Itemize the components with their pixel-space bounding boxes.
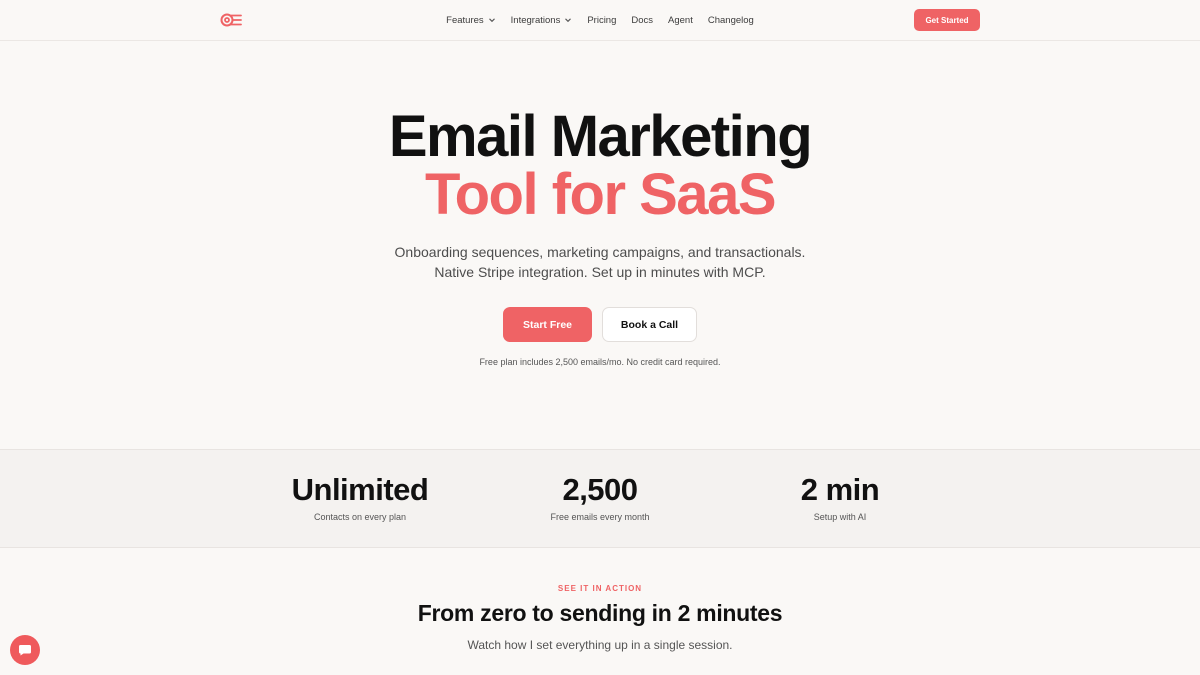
start-free-button[interactable]: Start Free [503,307,592,342]
section-subtitle: Watch how I set everything up in a singl… [467,638,733,652]
nav-docs[interactable]: Docs [631,15,653,26]
hero-buttons: Start Free Book a Call [0,307,1200,342]
nav-integrations[interactable]: Integrations [511,15,573,26]
get-started-button[interactable]: Get Started [914,9,980,31]
nav-pricing-label: Pricing [587,14,617,26]
hero-subtitle-line1: Onboarding sequences, marketing campaign… [394,244,806,260]
stat-label: Free emails every month [550,512,650,522]
stat-value: 2,500 [562,472,638,507]
nav-integrations-label: Integrations [510,14,561,26]
hero-title-line1: Email Marketing [388,104,813,169]
site-header: Features Integrations Pricing Docs Agent… [0,0,1200,41]
chat-launcher-button[interactable] [10,635,40,665]
stat-value: 2 min [800,472,880,507]
nav-features[interactable]: Features [446,15,496,26]
stat-emails: 2,500 Free emails every month [480,472,720,522]
chevron-down-icon [565,18,572,23]
free-plan-note: Free plan includes 2,500 emails/mo. No c… [479,357,721,367]
nav-pricing[interactable]: Pricing [587,15,616,26]
hero-subtitle: Onboarding sequences, marketing campaign… [0,242,1200,282]
stat-label: Setup with AI [813,512,867,522]
chevron-down-icon [488,18,495,23]
nav-changelog[interactable]: Changelog [708,15,754,26]
nav-docs-label: Docs [631,14,654,26]
chat-icon [19,645,31,656]
stat-setup: 2 min Setup with AI [720,472,960,522]
hero-subtitle-line2: Native Stripe integration. Set up in min… [434,264,766,280]
book-call-button[interactable]: Book a Call [602,307,697,342]
nav-agent[interactable]: Agent [668,15,693,26]
hero-title-line2: Tool for SaaS [424,162,777,227]
stats-band: Unlimited Contacts on every plan 2,500 F… [0,449,1200,548]
hero-title: Email Marketing Tool for SaaS [0,108,1200,224]
stat-label: Contacts on every plan [313,512,407,522]
nav-agent-label: Agent [668,14,693,26]
nav-features-label: Features [446,14,484,26]
stat-value: Unlimited [291,472,429,507]
stat-contacts: Unlimited Contacts on every plan [240,472,480,522]
section-eyebrow: SEE IT IN ACTION [557,584,643,593]
nav-changelog-label: Changelog [707,14,754,26]
section-title: From zero to sending in 2 minutes [417,600,783,626]
main-nav: Features Integrations Pricing Docs Agent… [0,0,1200,40]
